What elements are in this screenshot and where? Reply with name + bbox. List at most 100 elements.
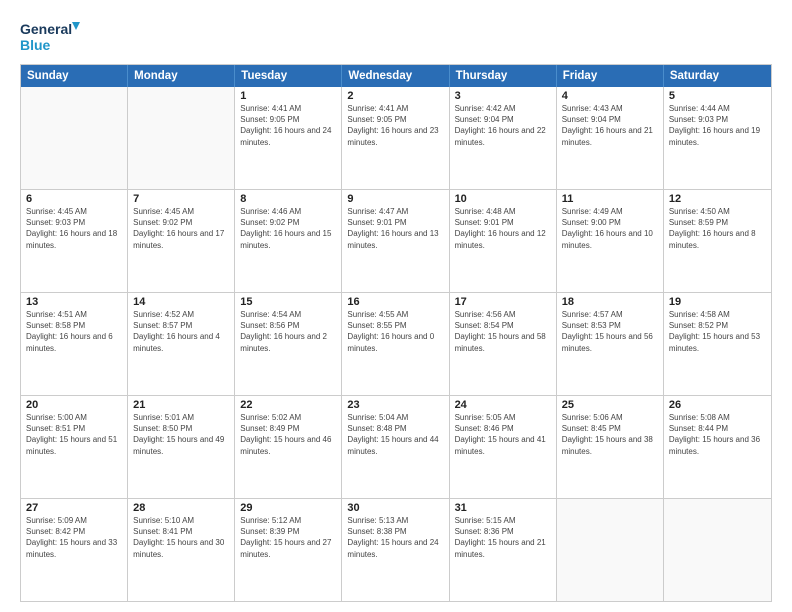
cal-cell-11: 11Sunrise: 4:49 AMSunset: 9:00 PMDayligh…	[557, 190, 664, 292]
cal-cell-4: 4Sunrise: 4:43 AMSunset: 9:04 PMDaylight…	[557, 87, 664, 189]
cal-cell-26: 26Sunrise: 5:08 AMSunset: 8:44 PMDayligh…	[664, 396, 771, 498]
cal-cell-10: 10Sunrise: 4:48 AMSunset: 9:01 PMDayligh…	[450, 190, 557, 292]
day-info: Sunrise: 4:56 AMSunset: 8:54 PMDaylight:…	[455, 309, 551, 354]
day-number: 28	[133, 502, 229, 514]
day-number: 14	[133, 296, 229, 308]
day-info: Sunrise: 4:50 AMSunset: 8:59 PMDaylight:…	[669, 206, 766, 251]
day-info: Sunrise: 5:10 AMSunset: 8:41 PMDaylight:…	[133, 515, 229, 560]
day-number: 29	[240, 502, 336, 514]
logo: General Blue	[20, 16, 80, 56]
day-number: 17	[455, 296, 551, 308]
day-number: 5	[669, 90, 766, 102]
day-number: 2	[347, 90, 443, 102]
day-info: Sunrise: 5:00 AMSunset: 8:51 PMDaylight:…	[26, 412, 122, 457]
day-info: Sunrise: 5:09 AMSunset: 8:42 PMDaylight:…	[26, 515, 122, 560]
cal-cell-25: 25Sunrise: 5:06 AMSunset: 8:45 PMDayligh…	[557, 396, 664, 498]
cal-cell-28: 28Sunrise: 5:10 AMSunset: 8:41 PMDayligh…	[128, 499, 235, 601]
cal-header-friday: Friday	[557, 65, 664, 87]
day-info: Sunrise: 5:15 AMSunset: 8:36 PMDaylight:…	[455, 515, 551, 560]
day-info: Sunrise: 4:58 AMSunset: 8:52 PMDaylight:…	[669, 309, 766, 354]
day-number: 22	[240, 399, 336, 411]
day-number: 13	[26, 296, 122, 308]
day-info: Sunrise: 4:45 AMSunset: 9:03 PMDaylight:…	[26, 206, 122, 251]
day-number: 30	[347, 502, 443, 514]
day-info: Sunrise: 4:55 AMSunset: 8:55 PMDaylight:…	[347, 309, 443, 354]
day-info: Sunrise: 4:45 AMSunset: 9:02 PMDaylight:…	[133, 206, 229, 251]
logo-icon: General Blue	[20, 16, 80, 56]
day-info: Sunrise: 4:41 AMSunset: 9:05 PMDaylight:…	[347, 103, 443, 148]
day-number: 16	[347, 296, 443, 308]
cal-cell-8: 8Sunrise: 4:46 AMSunset: 9:02 PMDaylight…	[235, 190, 342, 292]
day-number: 3	[455, 90, 551, 102]
cal-cell-7: 7Sunrise: 4:45 AMSunset: 9:02 PMDaylight…	[128, 190, 235, 292]
cal-cell-1: 1Sunrise: 4:41 AMSunset: 9:05 PMDaylight…	[235, 87, 342, 189]
cal-cell-21: 21Sunrise: 5:01 AMSunset: 8:50 PMDayligh…	[128, 396, 235, 498]
day-number: 19	[669, 296, 766, 308]
day-number: 15	[240, 296, 336, 308]
day-number: 4	[562, 90, 658, 102]
cal-header-saturday: Saturday	[664, 65, 771, 87]
day-info: Sunrise: 4:43 AMSunset: 9:04 PMDaylight:…	[562, 103, 658, 148]
cal-cell-5: 5Sunrise: 4:44 AMSunset: 9:03 PMDaylight…	[664, 87, 771, 189]
cal-cell-18: 18Sunrise: 4:57 AMSunset: 8:53 PMDayligh…	[557, 293, 664, 395]
svg-text:Blue: Blue	[20, 37, 51, 53]
calendar-header-row: SundayMondayTuesdayWednesdayThursdayFrid…	[21, 65, 771, 87]
day-number: 21	[133, 399, 229, 411]
cal-cell-31: 31Sunrise: 5:15 AMSunset: 8:36 PMDayligh…	[450, 499, 557, 601]
cal-cell-2: 2Sunrise: 4:41 AMSunset: 9:05 PMDaylight…	[342, 87, 449, 189]
day-number: 23	[347, 399, 443, 411]
day-number: 7	[133, 193, 229, 205]
cal-cell-23: 23Sunrise: 5:04 AMSunset: 8:48 PMDayligh…	[342, 396, 449, 498]
day-number: 31	[455, 502, 551, 514]
cal-cell-14: 14Sunrise: 4:52 AMSunset: 8:57 PMDayligh…	[128, 293, 235, 395]
day-number: 18	[562, 296, 658, 308]
day-number: 12	[669, 193, 766, 205]
cal-cell-empty-4-5	[557, 499, 664, 601]
cal-cell-24: 24Sunrise: 5:05 AMSunset: 8:46 PMDayligh…	[450, 396, 557, 498]
day-info: Sunrise: 5:08 AMSunset: 8:44 PMDaylight:…	[669, 412, 766, 457]
cal-cell-20: 20Sunrise: 5:00 AMSunset: 8:51 PMDayligh…	[21, 396, 128, 498]
cal-cell-30: 30Sunrise: 5:13 AMSunset: 8:38 PMDayligh…	[342, 499, 449, 601]
day-number: 24	[455, 399, 551, 411]
header: General Blue	[20, 16, 772, 56]
day-info: Sunrise: 5:01 AMSunset: 8:50 PMDaylight:…	[133, 412, 229, 457]
day-info: Sunrise: 5:02 AMSunset: 8:49 PMDaylight:…	[240, 412, 336, 457]
cal-header-wednesday: Wednesday	[342, 65, 449, 87]
cal-cell-empty-4-6	[664, 499, 771, 601]
cal-cell-9: 9Sunrise: 4:47 AMSunset: 9:01 PMDaylight…	[342, 190, 449, 292]
day-info: Sunrise: 4:51 AMSunset: 8:58 PMDaylight:…	[26, 309, 122, 354]
cal-cell-6: 6Sunrise: 4:45 AMSunset: 9:03 PMDaylight…	[21, 190, 128, 292]
day-info: Sunrise: 4:46 AMSunset: 9:02 PMDaylight:…	[240, 206, 336, 251]
cal-week-5: 27Sunrise: 5:09 AMSunset: 8:42 PMDayligh…	[21, 498, 771, 601]
day-info: Sunrise: 4:57 AMSunset: 8:53 PMDaylight:…	[562, 309, 658, 354]
cal-header-sunday: Sunday	[21, 65, 128, 87]
cal-cell-12: 12Sunrise: 4:50 AMSunset: 8:59 PMDayligh…	[664, 190, 771, 292]
day-info: Sunrise: 4:48 AMSunset: 9:01 PMDaylight:…	[455, 206, 551, 251]
day-number: 11	[562, 193, 658, 205]
day-info: Sunrise: 5:06 AMSunset: 8:45 PMDaylight:…	[562, 412, 658, 457]
day-info: Sunrise: 4:47 AMSunset: 9:01 PMDaylight:…	[347, 206, 443, 251]
day-info: Sunrise: 4:42 AMSunset: 9:04 PMDaylight:…	[455, 103, 551, 148]
cal-cell-19: 19Sunrise: 4:58 AMSunset: 8:52 PMDayligh…	[664, 293, 771, 395]
day-number: 27	[26, 502, 122, 514]
cal-cell-16: 16Sunrise: 4:55 AMSunset: 8:55 PMDayligh…	[342, 293, 449, 395]
cal-week-1: 1Sunrise: 4:41 AMSunset: 9:05 PMDaylight…	[21, 87, 771, 189]
day-number: 9	[347, 193, 443, 205]
day-number: 6	[26, 193, 122, 205]
day-number: 10	[455, 193, 551, 205]
day-info: Sunrise: 4:41 AMSunset: 9:05 PMDaylight:…	[240, 103, 336, 148]
day-number: 1	[240, 90, 336, 102]
svg-text:General: General	[20, 21, 72, 37]
day-info: Sunrise: 5:13 AMSunset: 8:38 PMDaylight:…	[347, 515, 443, 560]
cal-cell-27: 27Sunrise: 5:09 AMSunset: 8:42 PMDayligh…	[21, 499, 128, 601]
cal-cell-3: 3Sunrise: 4:42 AMSunset: 9:04 PMDaylight…	[450, 87, 557, 189]
cal-cell-29: 29Sunrise: 5:12 AMSunset: 8:39 PMDayligh…	[235, 499, 342, 601]
day-number: 26	[669, 399, 766, 411]
cal-week-3: 13Sunrise: 4:51 AMSunset: 8:58 PMDayligh…	[21, 292, 771, 395]
calendar: SundayMondayTuesdayWednesdayThursdayFrid…	[20, 64, 772, 602]
day-number: 25	[562, 399, 658, 411]
cal-week-2: 6Sunrise: 4:45 AMSunset: 9:03 PMDaylight…	[21, 189, 771, 292]
cal-cell-15: 15Sunrise: 4:54 AMSunset: 8:56 PMDayligh…	[235, 293, 342, 395]
cal-cell-13: 13Sunrise: 4:51 AMSunset: 8:58 PMDayligh…	[21, 293, 128, 395]
day-info: Sunrise: 5:04 AMSunset: 8:48 PMDaylight:…	[347, 412, 443, 457]
